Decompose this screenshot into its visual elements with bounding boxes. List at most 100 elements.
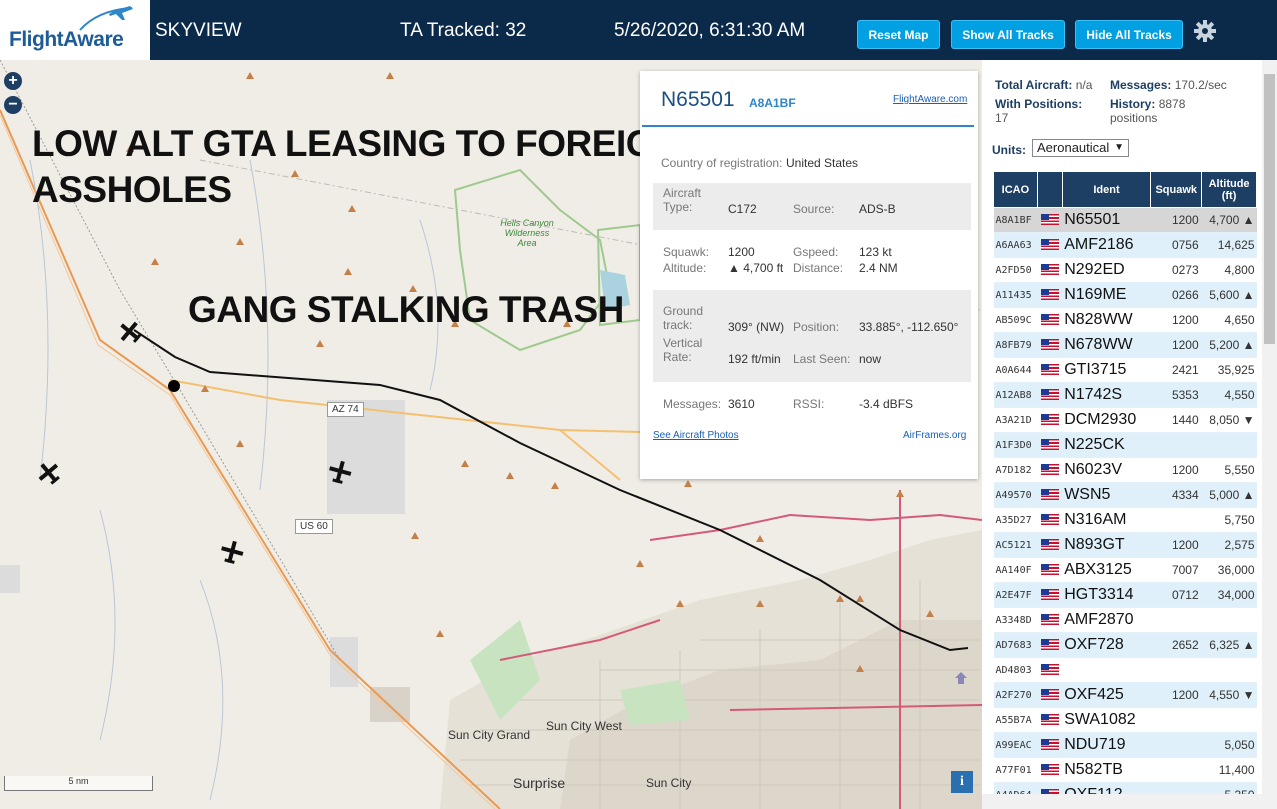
sidebar-vertical-scrollbar[interactable] <box>1262 60 1277 809</box>
show-all-tracks-button[interactable]: Show All Tracks <box>951 20 1065 49</box>
map-info-button[interactable]: i <box>951 771 973 793</box>
app-title: SKYVIEW <box>155 20 242 41</box>
table-row[interactable]: AD4803 <box>993 657 1257 683</box>
zoom-in-button[interactable]: + <box>4 72 22 90</box>
flag-cell <box>1037 307 1063 333</box>
table-row[interactable]: A55B7A SWA1082 <box>993 707 1257 733</box>
us-flag-icon <box>1040 439 1059 451</box>
cell-squawk: 0756 <box>1150 232 1202 258</box>
cell-altitude: 11,400 <box>1201 757 1257 783</box>
source-value: ADS-B <box>859 202 896 216</box>
table-row[interactable]: A8FB79 N678WW 1200 5,200 ▲ <box>993 332 1257 358</box>
gear-icon[interactable] <box>1193 19 1217 43</box>
us-flag-icon <box>1040 289 1059 301</box>
flag-cell <box>1037 432 1063 458</box>
cell-squawk: 1200 <box>1150 307 1202 333</box>
table-row[interactable]: A2FD50 N292ED 0273 4,800 <box>993 257 1257 283</box>
aircraft-photos-link[interactable]: See Aircraft Photos <box>653 430 739 441</box>
reset-map-button[interactable]: Reset Map <box>857 20 940 49</box>
cell-icao: A3A21D <box>993 407 1038 433</box>
cell-ident: WSN5 <box>1062 482 1151 508</box>
messages-section: Messages: 3610 RSSI: -3.4 dBFS <box>653 391 971 417</box>
total-aircraft-stat: Total Aircraft: n/a <box>995 78 1092 92</box>
flag-cell <box>1037 357 1063 383</box>
table-row[interactable]: A2F270 OXF425 1200 4,550 ▼ <box>993 682 1257 708</box>
us-flag-icon <box>1040 614 1059 626</box>
table-row[interactable]: A6AA63 AMF2186 0756 14,625 <box>993 232 1257 258</box>
table-row[interactable]: A0A644 GTI3715 2421 35,925 <box>993 357 1257 383</box>
cell-icao: A2F270 <box>993 682 1038 708</box>
cell-icao: AD7683 <box>993 632 1038 658</box>
col-flag-header[interactable] <box>1036 171 1063 208</box>
last-seen-value: now <box>859 352 882 366</box>
us-flag-icon <box>1040 389 1059 401</box>
flag-cell <box>1037 207 1063 233</box>
table-row[interactable]: A35D27 N316AM 5,750 <box>993 507 1257 533</box>
messages-stat-label: Messages: <box>1110 78 1172 92</box>
flightaware-logo[interactable]: FlightAware <box>0 0 150 60</box>
table-row[interactable]: A1F3D0 N225CK <box>993 432 1257 458</box>
units-select[interactable]: Aeronautical ▼ <box>1032 139 1129 157</box>
cell-squawk: 1200 <box>1150 532 1202 558</box>
flag-cell <box>1037 282 1063 308</box>
flag-cell <box>1037 457 1063 483</box>
hide-all-tracks-button[interactable]: Hide All Tracks <box>1075 20 1183 49</box>
col-icao-header[interactable]: ICAO <box>993 171 1038 208</box>
us-flag-icon <box>1040 339 1059 351</box>
table-row[interactable]: A2E47F HGT3314 0712 34,000 <box>993 582 1257 608</box>
place-sun-city-west: Sun City West <box>546 719 622 733</box>
cell-altitude <box>1201 707 1257 733</box>
table-row[interactable]: A3A21D DCM2930 1440 8,050 ▼ <box>993 407 1257 433</box>
overlay-caption-line2: ASSHOLES <box>32 169 232 210</box>
flightaware-link[interactable]: FlightAware.com <box>893 94 967 105</box>
cell-squawk: 2421 <box>1150 357 1202 383</box>
table-row[interactable]: A99EAC NDU719 5,050 <box>993 732 1257 758</box>
table-row[interactable]: AA140F ABX3125 7007 36,000 <box>993 557 1257 583</box>
table-row[interactable]: AD7683 OXF728 2652 6,325 ▲ <box>993 632 1257 658</box>
cell-squawk <box>1150 707 1202 733</box>
cell-ident: NDU719 <box>1062 732 1151 758</box>
table-row[interactable]: A49570 WSN5 4334 5,000 ▲ <box>993 482 1257 508</box>
aircraft-type-value: C172 <box>728 202 757 216</box>
zoom-out-button[interactable]: − <box>4 96 22 114</box>
tracked-count: TA Tracked: 32 <box>400 20 527 41</box>
col-ident-header[interactable]: Ident <box>1061 171 1152 208</box>
table-row[interactable]: A12AB8 N1742S 5353 4,550 <box>993 382 1257 408</box>
flag-cell <box>1037 582 1063 608</box>
table-row[interactable]: AB509C N828WW 1200 4,650 <box>993 307 1257 333</box>
cell-squawk: 1440 <box>1150 407 1202 433</box>
aircraft-type-label: Aircraft Type: <box>663 186 702 214</box>
cell-ident: N828WW <box>1062 307 1151 333</box>
table-row[interactable]: A7D182 N6023V 1200 5,550 <box>993 457 1257 483</box>
table-row[interactable]: A11435 N169ME 0266 5,600 ▲ <box>993 282 1257 308</box>
flag-cell <box>1037 632 1063 658</box>
sidebar-horizontal-scrollbar[interactable] <box>982 794 1262 809</box>
table-row[interactable]: A3348D AMF2870 <box>993 607 1257 633</box>
scrollbar-thumb[interactable] <box>1264 74 1275 344</box>
messages-stat: Messages: 170.2/sec <box>1110 78 1227 92</box>
cell-icao: A77F01 <box>993 757 1038 783</box>
aircraft-table-body: A8A1BF N65501 1200 4,700 ▲ A6AA63 AMF2186 0756… <box>993 207 1257 808</box>
logo-text: FlightAware <box>9 28 124 51</box>
table-row[interactable]: A77F01 N582TB 11,400 <box>993 757 1257 783</box>
cell-ident: N678WW <box>1062 332 1151 358</box>
road-label-az74: AZ 74 <box>327 402 364 417</box>
total-aircraft-label: Total Aircraft: <box>995 78 1073 92</box>
chevron-down-icon: ▼ <box>1114 142 1124 153</box>
cell-ident: N65501 <box>1062 207 1151 233</box>
cell-icao: A8FB79 <box>993 332 1038 358</box>
table-row[interactable]: AC5121 N893GT 1200 2,575 <box>993 532 1257 558</box>
cell-icao: AD4803 <box>993 657 1038 683</box>
col-squawk-header[interactable]: Squawk <box>1150 171 1203 208</box>
cell-ident: ABX3125 <box>1062 557 1151 583</box>
gspeed-label: Gspeed: <box>793 245 839 259</box>
cell-icao: A49570 <box>993 482 1038 508</box>
table-row[interactable]: A8A1BF N65501 1200 4,700 ▲ <box>993 207 1257 233</box>
col-altitude-header[interactable]: Altitude (ft) <box>1201 171 1257 208</box>
header-bar: FlightAware SKYVIEW TA Tracked: 32 5/26/… <box>0 0 1277 60</box>
cell-icao: A8A1BF <box>993 207 1038 233</box>
airframes-link[interactable]: AirFrames.org <box>903 430 966 441</box>
us-flag-icon <box>1040 414 1059 426</box>
aircraft-list-sidebar: Total Aircraft: n/a Messages: 170.2/sec … <box>982 60 1277 809</box>
flag-cell <box>1037 507 1063 533</box>
